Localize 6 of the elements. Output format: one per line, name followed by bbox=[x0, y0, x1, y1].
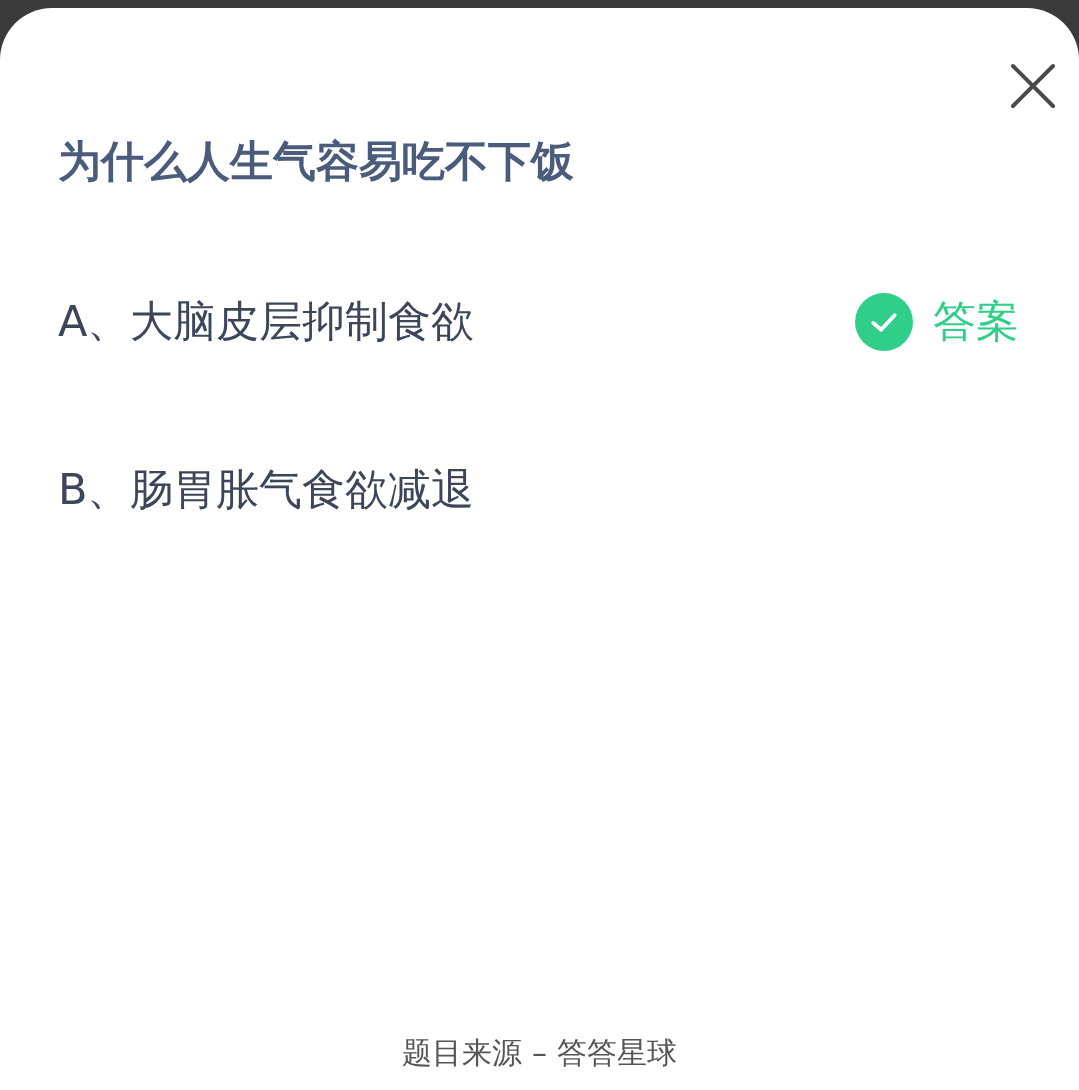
option-text[interactable]: B、肠胃胀气食欲减退 bbox=[58, 461, 475, 519]
option-text[interactable]: A、大脑皮层抑制食欲 bbox=[58, 293, 475, 351]
answer-label: 答案 bbox=[933, 295, 1019, 348]
close-icon[interactable] bbox=[1010, 63, 1056, 109]
question-title: 为什么人生气容易吃不下饭 bbox=[58, 135, 575, 188]
source-text: 题目来源 – 答答星球 bbox=[401, 1034, 678, 1072]
